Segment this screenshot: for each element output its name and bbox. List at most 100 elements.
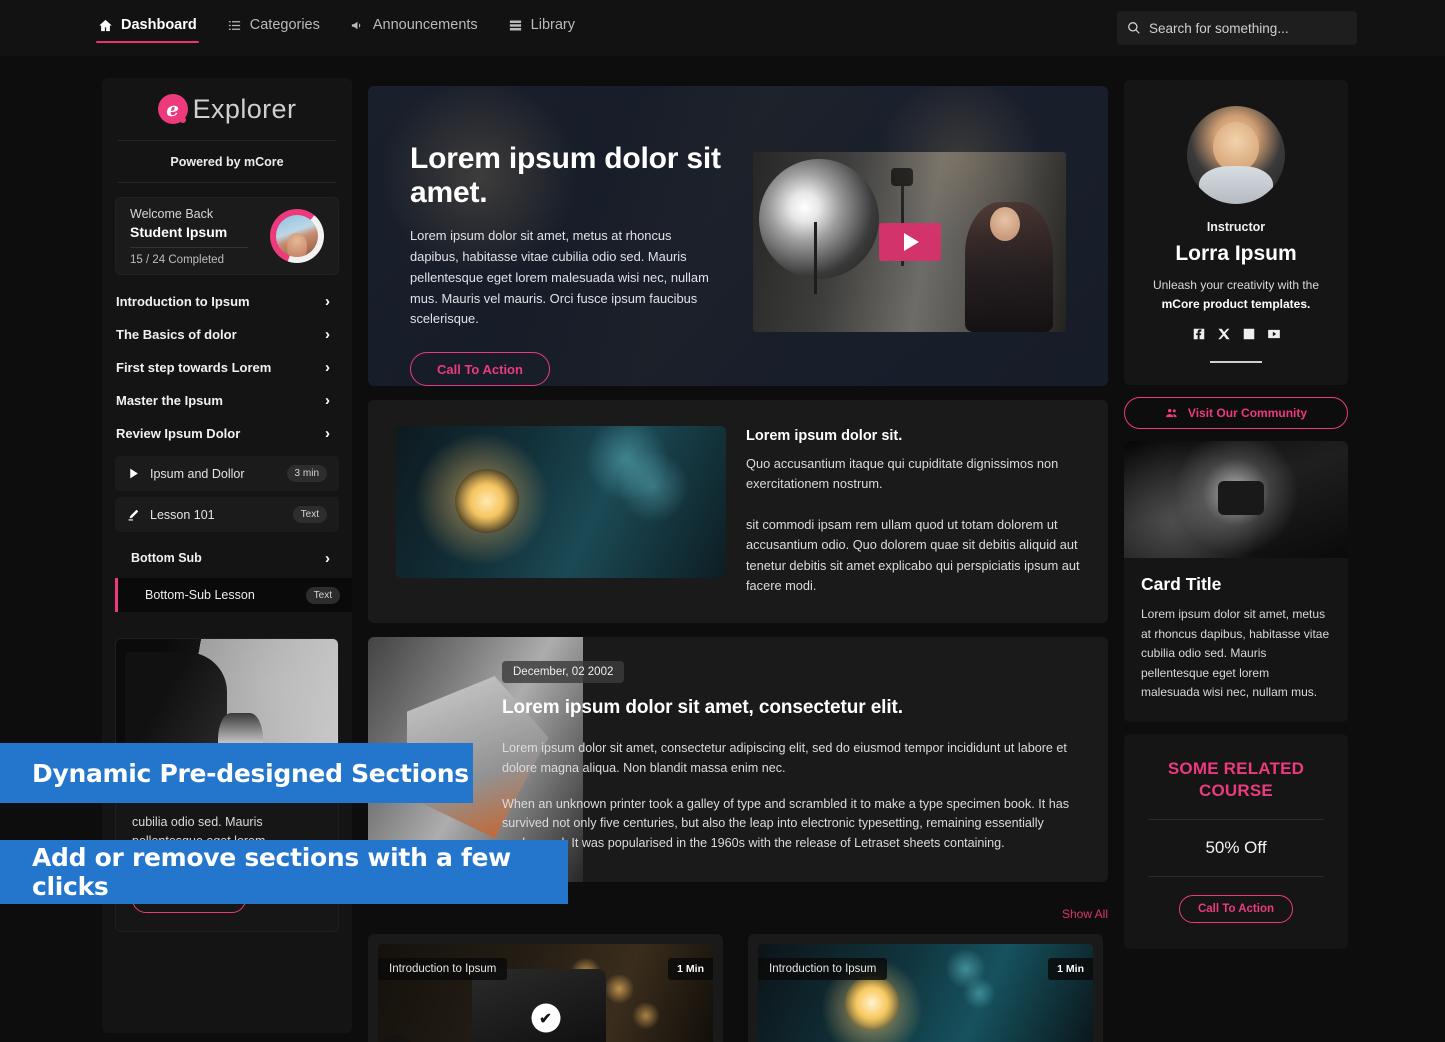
chapter-label: Introduction to Ipsum bbox=[116, 294, 250, 309]
divider bbox=[1148, 875, 1324, 877]
divider bbox=[1210, 361, 1262, 364]
lesson-item-lesson-101[interactable]: Lesson 101 Text bbox=[115, 497, 339, 532]
carousel-card-tag: Introduction to Ipsum bbox=[758, 958, 888, 981]
nav-item-library[interactable]: Library bbox=[506, 13, 577, 43]
nav-label: Announcements bbox=[372, 17, 478, 33]
instructor-bio-line-2: mCore product templates. bbox=[1161, 296, 1311, 311]
search-box[interactable] bbox=[1117, 11, 1357, 45]
instructor-name: Lorra Ipsum bbox=[1175, 242, 1297, 265]
nav-item-announcements[interactable]: Announcements bbox=[348, 13, 480, 43]
chevron-right-icon: › bbox=[325, 293, 330, 310]
callout-banner-add-remove-sections: Add or remove sections with a few clicks bbox=[0, 840, 568, 904]
nav-label: Dashboard bbox=[121, 17, 197, 33]
related-course-card: SOME RELATED COURSE 50% Off Call To Acti… bbox=[1124, 734, 1348, 949]
carousel-card-duration: 1 Min bbox=[668, 958, 713, 981]
sidebar-item-the-basics-of-dolor[interactable]: The Basics of dolor › bbox=[102, 318, 352, 351]
completed-check-icon: ✔ bbox=[531, 1003, 560, 1033]
article-paragraph-2: When an unknown printer took a galley of… bbox=[502, 796, 1070, 851]
progress-ring bbox=[270, 209, 324, 263]
related-course-title: SOME RELATED COURSE bbox=[1167, 759, 1305, 800]
related-course-discount: 50% Off bbox=[1205, 837, 1267, 857]
student-name: Student Ipsum bbox=[130, 223, 228, 240]
carousel-card[interactable]: Introduction to Ipsum 1 Min ✔ bbox=[368, 934, 723, 1042]
linkedin-icon[interactable] bbox=[1242, 327, 1256, 341]
lesson-duration-badge: 3 min bbox=[286, 465, 327, 482]
section-image bbox=[396, 426, 726, 578]
text-image-section: Lorem ipsum dolor sit. Quo accusantium i… bbox=[368, 400, 1108, 623]
related-course-cta-button[interactable]: Call To Action bbox=[1178, 894, 1294, 923]
divider bbox=[1148, 818, 1324, 820]
section-paragraph-2: sit commodi ipsam rem ullam quod ut tota… bbox=[746, 516, 1080, 594]
right-sidebar: Instructor Lorra Ipsum Unleash your crea… bbox=[1124, 80, 1348, 949]
chevron-right-icon: › bbox=[325, 359, 330, 376]
app-root: Dashboard Categories Announcements Libra… bbox=[0, 0, 1445, 1042]
hero-paragraph: Lorem ipsum dolor sit amet, metus at rho… bbox=[410, 227, 709, 327]
chevron-right-icon: › bbox=[325, 425, 330, 442]
nav-item-categories[interactable]: Categories bbox=[225, 13, 322, 43]
lesson-item-ipsum-and-dollor[interactable]: Ipsum and Dollor 3 min bbox=[115, 456, 339, 491]
avatar bbox=[276, 215, 318, 257]
pencil-icon bbox=[127, 508, 140, 521]
sidebar-item-review-ipsum-dolor[interactable]: Review Ipsum Dolor › bbox=[102, 417, 352, 450]
visit-community-label: Visit Our Community bbox=[1187, 406, 1308, 421]
sub-section-label: Bottom Sub bbox=[131, 551, 202, 565]
chapter-label: Master the Ipsum bbox=[116, 393, 223, 408]
library-icon bbox=[508, 18, 523, 33]
sidebar-item-master-the-ipsum[interactable]: Master the Ipsum › bbox=[102, 384, 352, 417]
carousel-card-duration: 1 Min bbox=[1048, 958, 1093, 981]
nav-item-dashboard[interactable]: Dashboard bbox=[96, 13, 199, 43]
lesson-label: Lesson 101 bbox=[150, 507, 215, 522]
article-title: Lorem ipsum dolor sit amet, consectetur … bbox=[502, 696, 903, 718]
x-icon[interactable] bbox=[1217, 327, 1231, 341]
brand-name: Explorer bbox=[192, 93, 297, 124]
nav-label: Categories bbox=[249, 17, 320, 33]
divider bbox=[118, 182, 336, 183]
carousel-card-tag: Introduction to Ipsum bbox=[378, 958, 508, 981]
lesson-label: Ipsum and Dollor bbox=[150, 466, 245, 481]
article-paragraph-1: Lorem ipsum dolor sit amet, consectetur … bbox=[502, 740, 1067, 775]
list-icon bbox=[227, 18, 242, 33]
hero-banner: Lorem ipsum dolor sit amet. Lorem ipsum … bbox=[368, 86, 1108, 386]
instructor-bio-line-1: Unleash your creativity with the bbox=[1152, 278, 1320, 292]
play-icon bbox=[127, 467, 140, 480]
megaphone-icon bbox=[350, 18, 365, 33]
carousel-card[interactable]: Introduction to Ipsum 1 Min bbox=[748, 934, 1103, 1042]
chapter-label: The Basics of dolor bbox=[116, 327, 237, 342]
section-paragraph-1: Quo accusantium itaque qui cupiditate di… bbox=[746, 456, 1059, 492]
nav-label: Library bbox=[530, 17, 575, 33]
show-all-link[interactable]: Show All bbox=[1062, 907, 1108, 921]
carousel-thumbnail: Introduction to Ipsum 1 Min ✔ bbox=[378, 944, 713, 1042]
media-card-text: Lorem ipsum dolor sit amet, metus at rho… bbox=[1141, 607, 1330, 699]
sidebar-item-bottom-sub[interactable]: Bottom Sub › bbox=[115, 542, 339, 574]
chevron-right-icon: › bbox=[325, 392, 330, 409]
sidebar-item-introduction-to-ipsum[interactable]: Introduction to Ipsum › bbox=[102, 285, 352, 318]
carousel-header: Show All bbox=[368, 900, 1108, 928]
media-card: Card Title Lorem ipsum dolor sit amet, m… bbox=[1124, 441, 1348, 723]
brand-mark-icon: e bbox=[157, 94, 188, 124]
hero-cta-button[interactable]: Call To Action bbox=[410, 352, 550, 386]
welcome-card: Welcome Back Student Ipsum 15 / 24 Compl… bbox=[115, 197, 339, 275]
people-icon bbox=[1165, 406, 1179, 420]
lesson-carousel: Introduction to Ipsum 1 Min ✔ Introducti… bbox=[368, 934, 1108, 1042]
sidebar-item-first-step-towards-lorem[interactable]: First step towards Lorem › bbox=[102, 351, 352, 384]
media-card-title: Card Title bbox=[1141, 574, 1222, 595]
chevron-right-icon: › bbox=[325, 326, 330, 343]
chapter-label: First step towards Lorem bbox=[116, 360, 272, 375]
lesson-type-badge: Text bbox=[292, 506, 327, 523]
facebook-icon[interactable] bbox=[1192, 327, 1206, 341]
chevron-right-icon: › bbox=[325, 549, 330, 567]
visit-community-button[interactable]: Visit Our Community bbox=[1124, 397, 1348, 430]
lesson-item-bottom-sub-lesson[interactable]: Bottom-Sub Lesson Text bbox=[115, 578, 352, 622]
article-date-badge: December, 02 2002 bbox=[502, 660, 625, 683]
search-icon bbox=[1127, 21, 1141, 35]
brand-logo[interactable]: e Explorer bbox=[102, 78, 352, 140]
powered-by-label: Powered by mCore bbox=[170, 155, 284, 169]
lesson-type-badge: Text bbox=[305, 586, 340, 604]
welcome-greeting: Welcome Back bbox=[130, 206, 214, 221]
search-input[interactable] bbox=[1149, 20, 1347, 36]
instructor-role-label: Instructor bbox=[1206, 220, 1266, 234]
lesson-label: Bottom-Sub Lesson bbox=[145, 588, 255, 602]
instructor-card: Instructor Lorra Ipsum Unleash your crea… bbox=[1124, 80, 1348, 386]
youtube-icon[interactable] bbox=[1267, 327, 1281, 341]
section-title: Lorem ipsum dolor sit. bbox=[746, 428, 903, 444]
